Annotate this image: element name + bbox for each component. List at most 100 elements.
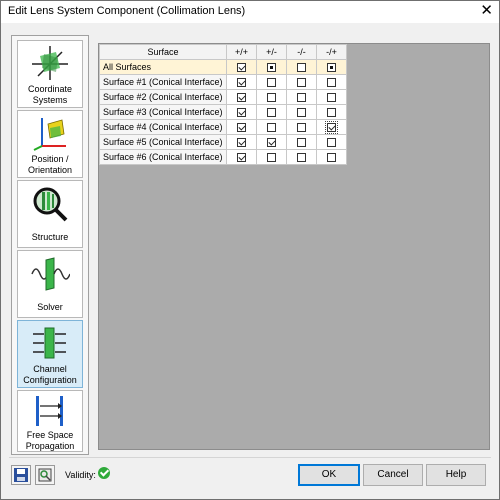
catalog-icon[interactable]: [35, 465, 55, 485]
channel-checkbox-cell: [316, 104, 347, 120]
channel-checkbox[interactable]: [267, 78, 276, 88]
channel-checkbox-cell: [256, 134, 287, 150]
channel-checkbox-cell: [316, 59, 347, 75]
channel-configuration-panel: Surface +/+ +/- -/- -/+ All Surfaces Surf…: [98, 43, 490, 450]
channel-checkbox[interactable]: [267, 153, 276, 163]
sidebar-item-label: Coordinate: [27, 84, 73, 94]
channel-checkbox-cell: [316, 134, 347, 150]
channel-checkbox-cell: [256, 89, 287, 105]
channel-checkbox-cell: [316, 89, 347, 105]
channel-checkbox[interactable]: [297, 123, 306, 133]
channel-checkbox[interactable]: [297, 93, 306, 103]
channel-checkbox[interactable]: [325, 121, 338, 135]
surface-name-cell: Surface #2 (Conical Interface): [99, 89, 227, 105]
sidebar: Coordinate Systems Position / Orientatio…: [11, 35, 89, 455]
table-row: Surface #1 (Conical Interface): [99, 74, 347, 90]
channel-checkbox[interactable]: [327, 138, 336, 148]
channel-checkbox[interactable]: [237, 138, 246, 148]
validity-label: Validity:: [65, 470, 96, 480]
channel-checkbox-cell: [256, 119, 287, 135]
surface-name-cell: All Surfaces: [99, 59, 227, 75]
channel-checkbox[interactable]: [267, 123, 276, 133]
dialog-window: Edit Lens System Component (Collimation …: [0, 0, 500, 500]
channel-checkbox-cell: [286, 119, 317, 135]
column-header-plus-plus: +/+: [226, 44, 257, 60]
channel-checkbox-cell: [256, 149, 287, 165]
channel-checkbox[interactable]: [327, 63, 336, 73]
free-space-propagation-icon: [36, 396, 63, 426]
channel-checkbox[interactable]: [327, 93, 336, 103]
channel-checkbox[interactable]: [237, 78, 246, 88]
table-row: Surface #3 (Conical Interface): [99, 104, 347, 120]
channel-checkbox-cell: [286, 89, 317, 105]
channel-checkbox[interactable]: [267, 138, 276, 148]
sidebar-item-position-orientation[interactable]: Position / Orientation: [17, 110, 83, 178]
sidebar-item-channel-configuration[interactable]: Channel Configuration: [17, 320, 83, 388]
help-button[interactable]: Help: [426, 464, 486, 486]
channel-checkbox-cell: [256, 74, 287, 90]
channel-checkbox-cell: [226, 104, 257, 120]
surface-name-cell: Surface #1 (Conical Interface): [99, 74, 227, 90]
cancel-button[interactable]: Cancel: [363, 464, 423, 486]
channel-checkbox[interactable]: [297, 108, 306, 118]
table-row: All Surfaces: [99, 59, 347, 75]
window-title: Edit Lens System Component (Collimation …: [8, 5, 246, 17]
sidebar-item-solver[interactable]: Solver: [17, 250, 83, 318]
coordinate-systems-icon: [32, 46, 68, 80]
footer-bar: Validity: OK Cancel Help: [1, 457, 499, 499]
channel-checkbox-cell: [286, 149, 317, 165]
title-bar: Edit Lens System Component (Collimation …: [1, 1, 499, 23]
channel-checkbox[interactable]: [267, 108, 276, 118]
sidebar-item-free-space-propagation[interactable]: Free Space Propagation: [17, 390, 83, 452]
close-icon[interactable]: ✕: [480, 2, 493, 20]
channel-checkbox[interactable]: [237, 108, 246, 118]
footer-divider: [9, 457, 491, 458]
sidebar-item-label: Free Space: [26, 430, 74, 440]
channel-checkbox[interactable]: [327, 78, 336, 88]
channel-checkbox[interactable]: [237, 123, 246, 133]
sidebar-item-label: Orientation: [27, 165, 73, 175]
column-header-minus-plus: -/+: [316, 44, 347, 60]
sidebar-item-structure[interactable]: Structure: [17, 180, 83, 248]
surface-name-cell: Surface #5 (Conical Interface): [99, 134, 227, 150]
channel-checkbox-cell: [286, 74, 317, 90]
sidebar-item-label: Solver: [37, 302, 63, 312]
sidebar-item-label: Channel: [33, 364, 67, 374]
channel-checkbox-cell: [226, 89, 257, 105]
save-icon[interactable]: [11, 465, 31, 485]
channel-checkbox[interactable]: [237, 153, 246, 163]
channel-checkbox-cell: [256, 104, 287, 120]
table-header-row: Surface +/+ +/- -/- -/+: [99, 44, 347, 60]
sidebar-item-coordinate-systems[interactable]: Coordinate Systems: [17, 40, 83, 108]
table-row: Surface #2 (Conical Interface): [99, 89, 347, 105]
channel-checkbox-cell: [226, 149, 257, 165]
sidebar-item-label: Position /: [31, 154, 69, 164]
channel-checkbox[interactable]: [297, 138, 306, 148]
channel-checkbox-cell: [226, 59, 257, 75]
channel-checkbox[interactable]: [237, 63, 246, 73]
channel-checkbox[interactable]: [327, 153, 336, 163]
channel-checkbox-cell: [226, 134, 257, 150]
channel-checkbox-cell: [286, 134, 317, 150]
channel-checkbox-cell: [316, 74, 347, 90]
channel-checkbox-cell: [226, 74, 257, 90]
channel-checkbox[interactable]: [297, 63, 306, 73]
table-row: Surface #6 (Conical Interface): [99, 149, 347, 165]
channel-checkbox[interactable]: [237, 93, 246, 103]
channel-checkbox-cell: [226, 119, 257, 135]
ok-button[interactable]: OK: [298, 464, 360, 486]
channel-checkbox-cell: [316, 119, 347, 135]
solver-icon: [31, 257, 70, 291]
channel-checkbox[interactable]: [267, 63, 276, 73]
channel-checkbox[interactable]: [267, 93, 276, 103]
position-orientation-icon: [33, 118, 66, 151]
valid-check-icon: [98, 467, 110, 479]
channel-checkbox[interactable]: [297, 78, 306, 88]
surface-name-cell: Surface #4 (Conical Interface): [99, 119, 227, 135]
channel-checkbox[interactable]: [327, 108, 336, 118]
channel-configuration-icon: [33, 327, 66, 359]
sidebar-item-label: Propagation: [25, 441, 75, 451]
sidebar-item-label: Structure: [31, 232, 69, 242]
surface-name-cell: Surface #6 (Conical Interface): [99, 149, 227, 165]
channel-checkbox[interactable]: [297, 153, 306, 163]
